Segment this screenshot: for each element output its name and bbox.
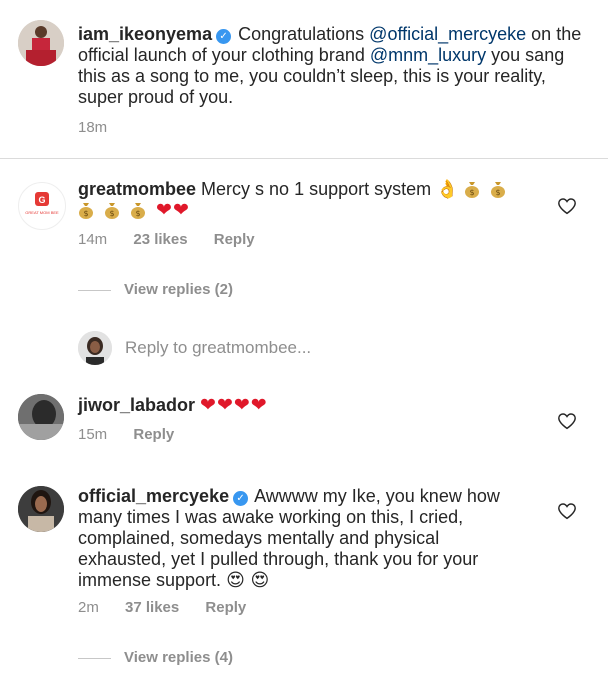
money-bag-icon: $ [104,200,130,220]
likes-count[interactable]: 23 likes [133,231,187,248]
caption-text: iam_ikeonyema ✓ Congratulations @official… [78,24,582,107]
comment-jiwor-labador-text: jiwor_labador ❤❤❤❤ [78,395,538,416]
verified-badge-icon: ✓ [233,491,249,506]
greatmombee-logo-icon: G GREAT MOM BEE [20,184,64,228]
current-user-avatar [78,331,112,365]
likes-count[interactable]: 37 likes [125,599,179,616]
post-caption: iam_ikeonyema ✓ Congratulations @official… [0,0,608,159]
avatar-greatmombee[interactable]: G GREAT MOM BEE [18,182,66,230]
red-heart-icon: ❤❤ [156,200,190,221]
heart-eyes-emoji-icon: 😍 😍 [226,570,270,591]
view-replies-line [78,658,111,659]
comment-time: 15m [78,426,108,443]
caption-username[interactable]: iam_ikeonyema [78,24,212,44]
like-heart-icon[interactable] [557,412,577,430]
money-bag-icon: $ [130,200,156,220]
avatar-image [78,331,112,365]
comment-time: 2m [78,599,99,616]
verified-badge-icon: ✓ [216,29,232,44]
avatar-iam-ikeonyema[interactable] [18,20,64,66]
comment-greatmombee-text: greatmombee Mercy s no 1 support system … [78,179,538,221]
mention-mnm-luxury[interactable]: @mnm_luxury [370,45,486,65]
view-replies-button[interactable]: View replies (4) [124,649,233,666]
caption-time: 18m [78,119,108,136]
svg-text:GREAT MOM BEE: GREAT MOM BEE [25,210,59,215]
ok-hand-icon: 👌 [436,179,459,199]
avatar-image [18,486,64,532]
mention-official-mercyeke[interactable]: @official_mercyeke [369,24,526,44]
svg-text:$: $ [109,209,114,218]
svg-text:G: G [38,195,45,205]
money-bag-icon: $ [464,179,490,199]
svg-text:$: $ [83,209,88,218]
reply-button[interactable]: Reply [133,426,174,443]
comment-time: 14m [78,231,108,248]
comment-username[interactable]: official_mercyeke [78,486,229,506]
reply-input[interactable]: Reply to greatmombee... [125,338,311,358]
comment-username[interactable]: greatmombee [78,179,196,199]
comment-username[interactable]: jiwor_labador [78,395,195,415]
comment-mercyeke-text: official_mercyeke ✓ Awwww my Ike, you kne… [78,486,500,591]
comment-meta: 15m Reply [78,426,196,443]
like-heart-icon[interactable] [557,197,577,215]
svg-text:$: $ [495,188,500,197]
view-replies-button[interactable]: View replies (2) [124,281,233,298]
like-heart-icon[interactable] [557,502,577,520]
avatar-official-mercyeke[interactable] [18,486,64,532]
money-bag-icon: $ [78,200,104,220]
comment-meta: 2m 37 likes Reply [78,599,268,616]
comment-meta: 14m 23 likes Reply [78,231,277,248]
reply-button[interactable]: Reply [214,231,255,248]
caption-meta: 18m [78,119,129,136]
red-heart-icon: ❤❤❤❤ [200,395,268,416]
svg-text:$: $ [135,209,140,218]
avatar-image [18,20,64,66]
view-replies-line [78,290,111,291]
money-bag-icon: $ [490,179,511,199]
svg-text:$: $ [469,188,474,197]
avatar-image [18,394,64,440]
avatar-jiwor-labador[interactable] [18,394,64,440]
reply-button[interactable]: Reply [205,599,246,616]
